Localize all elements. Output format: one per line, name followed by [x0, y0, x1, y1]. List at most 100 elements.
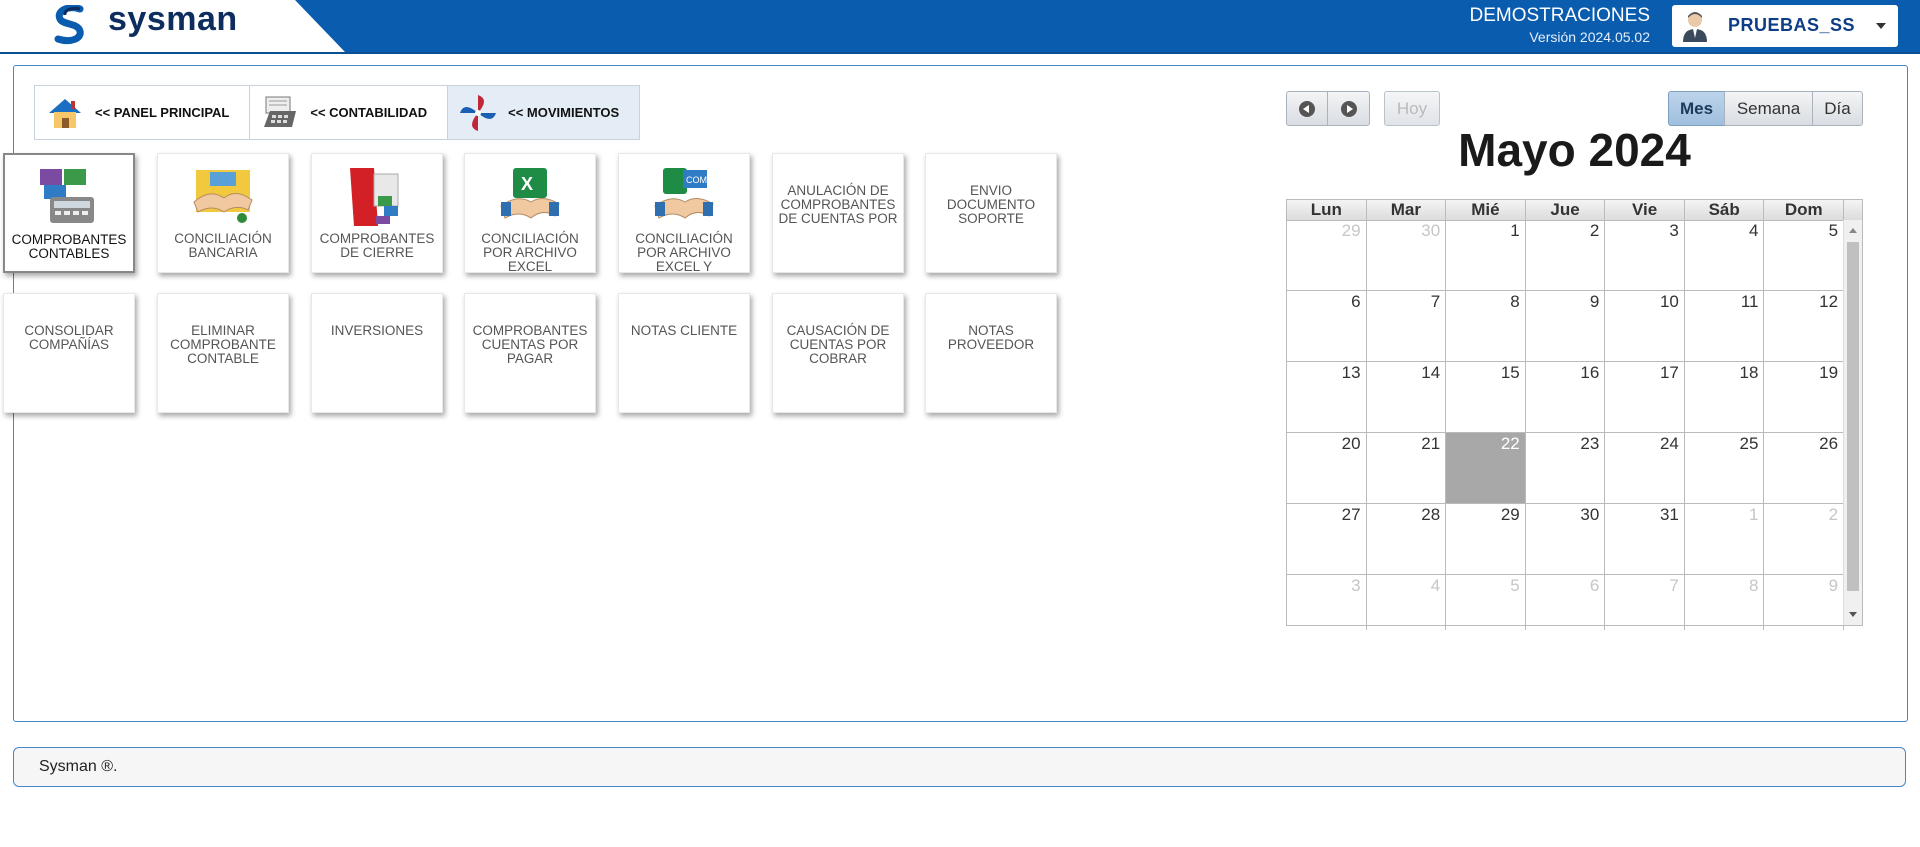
view-month-button[interactable]: Mes: [1668, 91, 1725, 126]
weekday-label: Mar: [1367, 200, 1447, 220]
tile-eliminar-comprobante[interactable]: ELIMINAR COMPROBANTE CONTABLE: [157, 293, 289, 413]
breadcrumb-movimientos[interactable]: << MOVIMIENTOS: [447, 85, 641, 140]
calendar-day[interactable]: 8: [1685, 575, 1765, 630]
calendar-prev-button[interactable]: [1286, 91, 1328, 126]
calendar-day[interactable]: 1: [1685, 504, 1765, 574]
tile-comprobantes-de-cierre[interactable]: COMPROBANTES DE CIERRE: [311, 153, 443, 273]
tile-comprobantes-cuentas-pagar[interactable]: COMPROBANTES CUENTAS POR PAGAR: [464, 293, 596, 413]
calendar-day[interactable]: 12: [1764, 291, 1845, 361]
view-week-button[interactable]: Semana: [1724, 91, 1813, 126]
month-calendar: Lun Mar Mié Jue Vie Sáb Dom 29 30 1 2 3 4 5 6 7 8…: [1286, 199, 1863, 630]
documents-calculator-icon: [40, 169, 94, 223]
weekday-label: Sáb: [1685, 200, 1765, 220]
calendar-day[interactable]: 3: [1287, 575, 1367, 630]
tile-notas-proveedor[interactable]: NOTAS PROVEEDOR: [925, 293, 1057, 413]
tile-conciliacion-bancaria[interactable]: CONCILIACIÓN BANCARIA: [157, 153, 289, 273]
calendar-day[interactable]: 1: [1446, 220, 1526, 290]
chevron-down-icon[interactable]: [1876, 23, 1886, 29]
calendar-day[interactable]: 14: [1367, 362, 1447, 432]
tile-label: COMPROBANTES CONTABLES: [11, 232, 127, 261]
weekday-label: Mié: [1446, 200, 1526, 220]
calendar-day[interactable]: 19: [1764, 362, 1845, 432]
calendar-day[interactable]: 10: [1605, 291, 1685, 361]
documents-close-icon: [350, 168, 399, 226]
tile-comprobantes-contables[interactable]: COMPROBANTES CONTABLES: [3, 153, 135, 273]
calendar-day[interactable]: 29: [1446, 504, 1526, 574]
calendar-day[interactable]: 4: [1367, 575, 1447, 630]
calendar-day[interactable]: 20: [1287, 433, 1367, 503]
calendar-day[interactable]: 31: [1605, 504, 1685, 574]
calendar-day[interactable]: 30: [1526, 504, 1606, 574]
calendar-day[interactable]: 17: [1605, 362, 1685, 432]
excel-com-handshake-icon: COM: [654, 168, 714, 219]
breadcrumb-label: << PANEL PRINCIPAL: [95, 105, 230, 120]
brand-name: sysman: [108, 0, 238, 38]
calendar-day[interactable]: 3: [1605, 220, 1685, 290]
calendar-day[interactable]: 9: [1764, 575, 1845, 630]
calendar-next-button[interactable]: [1327, 91, 1370, 126]
calendar-day[interactable]: 4: [1685, 220, 1765, 290]
calendar-day[interactable]: 11: [1685, 291, 1765, 361]
tile-label: CONCILIACIÓN POR ARCHIVO EXCEL Y: [635, 231, 733, 274]
calendar-day[interactable]: 27: [1287, 504, 1367, 574]
calendar-day[interactable]: 7: [1605, 575, 1685, 630]
calendar-day[interactable]: 2: [1526, 220, 1606, 290]
house-icon: [49, 98, 81, 128]
calendar-day[interactable]: 15: [1446, 362, 1526, 432]
weekday-label: Vie: [1605, 200, 1685, 220]
calendar-day[interactable]: 13: [1287, 362, 1367, 432]
tile-conciliacion-excel[interactable]: X CONCILIACIÓN POR ARCHIVO EXCEL: [464, 153, 596, 274]
calendar-today-button[interactable]: Hoy: [1384, 91, 1440, 126]
tile-label: INVERSIONES: [330, 323, 424, 338]
calendar-day[interactable]: 6: [1287, 291, 1367, 361]
calendar-day[interactable]: 23: [1526, 433, 1606, 503]
calendar-day[interactable]: 30: [1367, 220, 1447, 290]
tile-conciliacion-excel-y[interactable]: COM CONCILIACIÓN POR ARCHIVO EXCEL Y: [618, 153, 750, 274]
calendar-scrollbar[interactable]: [1843, 220, 1862, 625]
tile-notas-cliente[interactable]: NOTAS CLIENTE: [618, 293, 750, 413]
tile-label: ELIMINAR COMPROBANTE CONTABLE: [170, 323, 276, 366]
tile-label: ENVIO DOCUMENTO SOPORTE: [946, 183, 1036, 226]
calendar-day[interactable]: 8: [1446, 291, 1526, 361]
organization-name: DEMOSTRACIONES: [1469, 5, 1650, 26]
calendar-day[interactable]: 5: [1446, 575, 1526, 630]
chevron-right-icon: [1340, 100, 1357, 117]
calendar-day[interactable]: 18: [1685, 362, 1765, 432]
calendar-day[interactable]: 2: [1764, 504, 1845, 574]
calendar-day[interactable]: 9: [1526, 291, 1606, 361]
scrollbar-thumb[interactable]: [1847, 242, 1859, 591]
sysman-logo-icon: [54, 5, 84, 45]
calendar-day[interactable]: 16: [1526, 362, 1606, 432]
calendar-week-row: 20 21 22 23 24 25 26: [1287, 433, 1845, 504]
tile-label: COMPROBANTES CUENTAS POR PAGAR: [472, 323, 588, 366]
calendar-week-row: 27 28 29 30 31 1 2: [1287, 504, 1845, 575]
weekday-header: Lun Mar Mié Jue Vie Sáb Dom: [1287, 200, 1862, 221]
tile-label: CONCILIACIÓN POR ARCHIVO EXCEL: [481, 231, 579, 274]
calendar-title: Mayo 2024: [1458, 124, 1691, 176]
calendar-day[interactable]: 21: [1367, 433, 1447, 503]
tile-causacion-cuentas-cobrar[interactable]: CAUSACIÓN DE CUENTAS POR COBRAR: [772, 293, 904, 413]
view-day-button[interactable]: Día: [1812, 91, 1863, 126]
scroll-down-icon[interactable]: [1849, 612, 1857, 617]
scroll-up-icon[interactable]: [1849, 228, 1857, 233]
breadcrumb-contabilidad[interactable]: << CONTABILIDAD: [249, 85, 449, 140]
tile-inversiones[interactable]: INVERSIONES: [311, 293, 443, 413]
calendar-day[interactable]: 28: [1367, 504, 1447, 574]
calendar-day[interactable]: 26: [1764, 433, 1845, 503]
calendar-day[interactable]: 7: [1367, 291, 1447, 361]
tile-consolidar-companias[interactable]: CONSOLIDAR COMPAÑÍAS: [3, 293, 135, 413]
tile-envio-documento-soporte[interactable]: ENVIO DOCUMENTO SOPORTE: [925, 153, 1057, 273]
calendar-day[interactable]: 24: [1605, 433, 1685, 503]
calendar-day[interactable]: 5: [1764, 220, 1845, 290]
breadcrumb-panel-principal[interactable]: << PANEL PRINCIPAL: [34, 85, 251, 140]
calendar-day[interactable]: 29: [1287, 220, 1367, 290]
tile-label: ANULACIÓN DE COMPROBANTES DE CUENTAS POR: [778, 183, 898, 226]
calendar-day[interactable]: 6: [1526, 575, 1606, 630]
calendar-day-today[interactable]: 22: [1446, 433, 1526, 503]
svg-text:COM: COM: [686, 175, 707, 185]
tile-anulacion-comprobantes[interactable]: ANULACIÓN DE COMPROBANTES DE CUENTAS POR: [772, 153, 904, 273]
user-menu[interactable]: PRUEBAS_SS: [1672, 5, 1898, 47]
organization-info: DEMOSTRACIONES Versión 2024.05.02: [1469, 5, 1650, 47]
tile-label: NOTAS CLIENTE: [630, 323, 738, 338]
calendar-day[interactable]: 25: [1685, 433, 1765, 503]
